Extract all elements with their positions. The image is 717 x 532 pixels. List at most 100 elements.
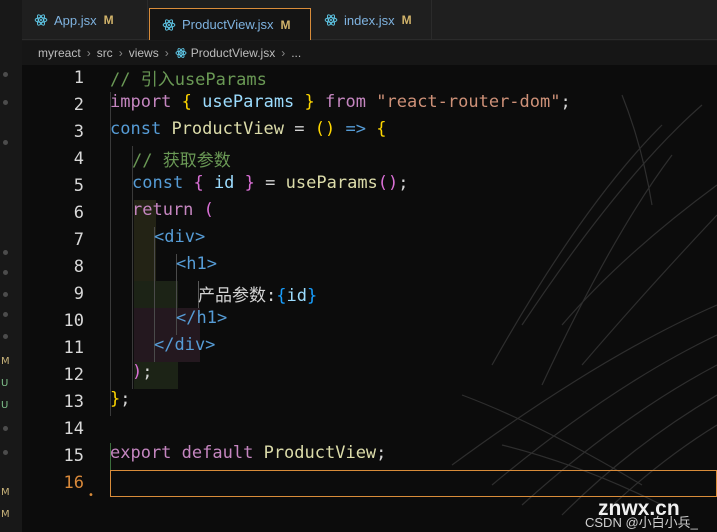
activity-strip: M U U M M [0,0,22,532]
scm-dot [3,334,8,339]
tab-index-jsx[interactable]: index.jsx M [312,0,432,40]
identifier: useParams [202,92,295,112]
breadcrumb: myreact › src › views › ProductView.jsx … [22,41,717,65]
breadcrumb-item[interactable]: src [97,46,113,60]
current-line-highlight[interactable] [110,470,717,497]
code-line[interactable]: }; [110,389,131,416]
identifier: ProductView [263,443,377,463]
identifier: id [286,286,307,306]
code-line[interactable]: <div> [154,227,205,254]
parens: () [377,173,399,193]
code-line[interactable]: export default ProductView; [110,443,386,470]
parens: ( [203,200,214,220]
identifier: id [213,173,235,193]
line-number: 3 [73,122,84,142]
code-line[interactable]: 产品参数:{id} [198,281,317,308]
chevron-right-icon: › [164,46,169,60]
jsx-tag: </div> [154,335,216,355]
explorer-status-letter: M [1,487,10,498]
code-line[interactable]: const { id } = useParams(); [132,173,409,200]
tab-app-jsx[interactable]: App.jsx M [22,0,148,40]
function-call: useParams [285,173,378,193]
jsx-text: 产品参数: [198,286,277,306]
explorer-status-letter: U [1,400,9,411]
fold-marker-icon: • [88,490,94,501]
jsx-tag: <div> [154,227,206,247]
line-number: 7 [73,230,84,250]
chevron-right-icon: › [86,46,91,60]
jsx-tag: <h1> [176,254,217,274]
scm-dot [3,426,8,431]
indent-highlight [134,227,156,254]
tab-title: App.jsx [54,12,97,28]
string-literal: "react-router-dom" [376,92,561,112]
keyword: from [325,92,366,112]
breadcrumb-item[interactable]: ProductView.jsx [191,46,276,60]
react-icon [162,18,176,31]
brace: } [304,92,315,112]
code-line[interactable]: return ( [132,200,214,227]
scm-dot [3,450,8,455]
operator: = [265,173,276,193]
react-icon [34,14,48,26]
scm-dot [3,270,8,275]
brace: { [181,92,192,112]
code-line[interactable]: ); [132,362,153,389]
code-line[interactable]: </h1> [176,308,227,335]
keyword: const [110,119,162,139]
tab-title: ProductView.jsx [182,17,274,32]
keyword: const [132,173,184,193]
code-line[interactable]: // 获取参数 [132,146,231,173]
modified-indicator: M [280,17,291,32]
explorer-status-letter: M [1,356,10,367]
line-number: 6 [73,203,84,223]
code-line[interactable]: import { useParams } from "react-router-… [110,92,571,119]
scm-dot [3,250,8,255]
brace: { [276,286,287,306]
indent-highlight [134,254,156,281]
code-comment: // 获取参数 [132,151,231,171]
breadcrumb-item[interactable]: myreact [38,46,81,60]
line-number: 4 [73,149,84,169]
modified-indicator: M [401,13,412,27]
scm-dot [3,100,8,105]
code-comment: // 引入useParams [110,70,267,90]
line-number: 16 [63,473,84,493]
code-editor[interactable]: 1 2 3 4 5 6 7 8 9 10 11 12 13 14 15 16 •… [22,65,717,532]
editor-tab-bar: App.jsx M ProductView.jsx M index.jsx M [22,0,717,40]
arrow-operator: => [345,119,366,139]
code-line[interactable]: // 引入useParams [110,65,267,92]
line-number: 5 [73,176,84,196]
keyword: return [132,200,194,220]
line-number: 13 [63,392,84,412]
explorer-status-letter: M [1,509,10,520]
watermark-credit: CSDN @小白小兵_ [585,515,698,530]
line-number: 8 [73,257,84,277]
tab-productview-jsx[interactable]: ProductView.jsx M [149,8,311,40]
react-icon [175,48,187,58]
brace: } [306,286,318,306]
parens: () [314,119,336,139]
line-number: 12 [63,365,84,385]
keyword: default [181,443,254,463]
punctuation: ; [120,389,131,409]
scm-dot [3,312,8,317]
operator: = [294,119,305,139]
punctuation: ; [376,443,387,463]
brace: { [376,119,387,139]
breadcrumb-item[interactable]: views [129,46,159,60]
line-number: 11 [63,338,84,358]
line-number: 9 [73,284,84,304]
code-line[interactable]: <h1> [176,254,217,281]
breadcrumb-item[interactable]: ... [291,46,301,60]
jsx-tag: </h1> [176,308,228,328]
scm-dot [3,140,8,145]
punctuation: ; [560,92,571,112]
indent-highlight [134,281,178,308]
line-number: 10 [63,311,84,331]
code-line[interactable]: const ProductView = () => { [110,119,387,146]
react-icon [324,14,338,26]
line-number: 1 [73,68,84,88]
code-line[interactable]: </div> [154,335,215,362]
chevron-right-icon: › [118,46,123,60]
